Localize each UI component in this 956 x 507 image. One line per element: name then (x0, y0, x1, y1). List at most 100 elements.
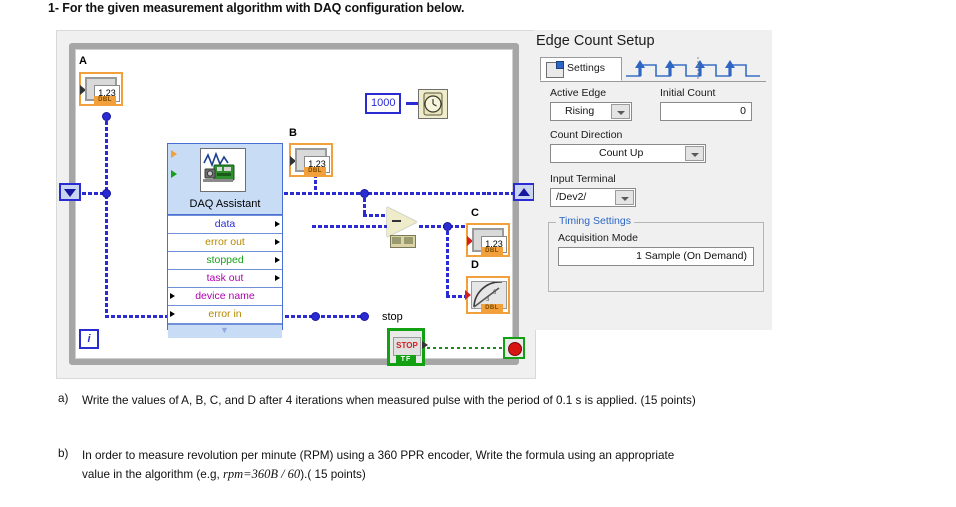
daq-error-input-arrow-icon (171, 150, 177, 158)
label-b: B (289, 127, 297, 139)
wire-junction-mid-bottom (360, 312, 369, 321)
indicator-b[interactable]: 1.23 DBL (289, 143, 333, 177)
daq-terminal-device-name-arrow-icon (170, 293, 175, 299)
tab-settings-label: Settings (567, 62, 605, 74)
question-b-text: In order to measure revolution per minut… (82, 449, 675, 462)
wire-sub-bottom-input (312, 225, 390, 228)
active-edge-label: Active Edge (550, 87, 607, 99)
daq-terminal-task-out-label: task out (206, 272, 244, 284)
wait-ms-node[interactable] (418, 89, 448, 119)
wire-data-out (272, 192, 522, 195)
indicator-b-type-tag: DBL (304, 167, 326, 176)
daq-terminal-error-in-arrow-icon (170, 311, 175, 317)
label-d: D (471, 259, 479, 271)
indicator-d-type-tag: DBL (481, 304, 503, 313)
daq-terminal-error-out-label: error out (205, 236, 245, 248)
stop-button-control[interactable]: STOP TF (387, 328, 428, 366)
chevron-down-icon: ▼ (220, 325, 229, 335)
daq-terminal-device-name-label: device name (195, 290, 255, 302)
daq-stopped-input-arrow-icon (171, 170, 177, 178)
label-stop: stop (382, 311, 403, 323)
config-panel-title: Edge Count Setup (536, 33, 655, 49)
acquisition-mode-select[interactable]: 1 Sample (On Demand) (558, 247, 754, 266)
wire-a-vertical-lower (105, 195, 108, 317)
indicator-a-type-tag: DBL (94, 96, 116, 105)
daq-terminal-stopped-label: stopped (206, 254, 244, 266)
indicator-a[interactable]: 1.23 DBL (79, 72, 123, 106)
rpm-formula-rhs: 360B / 60 (251, 467, 301, 481)
wire-sub-top-input-h (363, 214, 387, 217)
daq-terminal-error-in[interactable]: error in (168, 305, 282, 324)
input-terminal-chevron-down-icon[interactable] (615, 190, 634, 205)
daq-terminal-task-out[interactable]: task out (168, 269, 282, 287)
active-edge-value: Rising (565, 105, 595, 117)
coercion-dot-right-icon (404, 237, 413, 244)
rpm-formula-lhs: rpm (222, 467, 244, 481)
daq-assistant-node[interactable]: DAQ Assistant data error out stopped tas… (167, 143, 283, 338)
edge-count-waveform-icon-svg (626, 57, 760, 81)
question-a-marker: a) (58, 392, 69, 405)
wire-junction-a-mid (102, 189, 111, 198)
question-heading: 1- For the given measurement algorithm w… (48, 1, 465, 15)
tab-settings[interactable]: Settings (540, 57, 622, 81)
stop-button-output-terminal (422, 341, 428, 349)
wire-stop-to-condition (427, 347, 513, 349)
daq-terminal-data-arrow-icon (275, 221, 280, 227)
daq-terminal-error-out[interactable]: error out (168, 233, 282, 251)
subtract-function-node[interactable] (387, 207, 427, 248)
daq-terminal-device-name[interactable]: device name (168, 287, 282, 305)
wire-junction-sub-out (443, 222, 452, 231)
page-root: 1- For the given measurement algorithm w… (0, 0, 956, 507)
question-b-suffix: ).( 15 points) (300, 468, 366, 481)
question-b-prefix: value in the algorithm (e.g, (82, 468, 223, 481)
active-edge-chevron-down-icon[interactable] (611, 104, 630, 119)
acquisition-mode-label: Acquisition Mode (558, 232, 638, 244)
wire-junction-b-bottom (311, 312, 320, 321)
shift-register-right[interactable] (513, 183, 535, 201)
daq-terminal-stopped[interactable]: stopped (168, 251, 282, 269)
wire-to-gauge-v (446, 225, 449, 297)
wait-ms-clock-icon (419, 90, 447, 118)
initial-count-value: 0 (740, 105, 746, 117)
acquisition-mode-value: 1 Sample (On Demand) (636, 250, 747, 262)
wait-time-constant[interactable]: 1000 (365, 93, 402, 114)
input-terminal-label: Input Terminal (550, 173, 616, 185)
count-direction-value: Count Up (599, 147, 644, 159)
stop-button-label: STOP (393, 337, 421, 356)
indicator-d-gauge[interactable]: 6 3 DBL (465, 276, 510, 314)
input-terminal-select[interactable]: /Dev2/ (550, 188, 636, 207)
indicator-c-type-tag: DBL (481, 247, 503, 256)
config-tabstrip: Settings (540, 57, 766, 82)
settings-properties-icon (546, 61, 564, 78)
stop-if-true-icon (508, 342, 522, 356)
initial-count-input[interactable]: 0 (660, 102, 752, 121)
shift-register-left[interactable] (59, 183, 81, 201)
label-c: C (471, 207, 479, 219)
daq-terminal-task-out-arrow-icon (275, 275, 280, 281)
count-direction-chevron-down-icon[interactable] (685, 146, 704, 161)
wire-a-vertical (105, 115, 108, 195)
initial-count-label: Initial Count (660, 87, 716, 99)
daq-terminal-data[interactable]: data (168, 215, 282, 233)
indicator-c[interactable]: 1.23 DBL (466, 223, 510, 257)
count-direction-label: Count Direction (550, 129, 623, 141)
timing-settings-group-label: Timing Settings (556, 215, 634, 227)
active-edge-select[interactable]: Rising (550, 102, 632, 121)
daq-device-icon (200, 148, 246, 192)
daq-assistant-icon-area (168, 144, 282, 196)
question-a-text: Write the values of A, B, C, and D after… (82, 394, 696, 407)
question-b-marker: b) (58, 447, 69, 460)
stop-button-type-tag: TF (396, 355, 416, 365)
minus-glyph-icon (392, 220, 401, 222)
daq-terminal-data-label: data (214, 218, 236, 230)
daq-assistant-title: DAQ Assistant (168, 196, 282, 215)
wire-junction-a (102, 112, 111, 121)
daq-expand-area[interactable]: ▼ (168, 324, 282, 338)
loop-condition-terminal[interactable] (503, 337, 525, 359)
iteration-terminal[interactable]: i (79, 329, 99, 349)
wire-junction-data-tap (360, 189, 369, 198)
count-direction-select[interactable]: Count Up (550, 144, 706, 163)
subtract-function-icon (387, 207, 417, 237)
label-a: A (79, 55, 87, 67)
rpm-formula-eq: = (243, 467, 252, 481)
